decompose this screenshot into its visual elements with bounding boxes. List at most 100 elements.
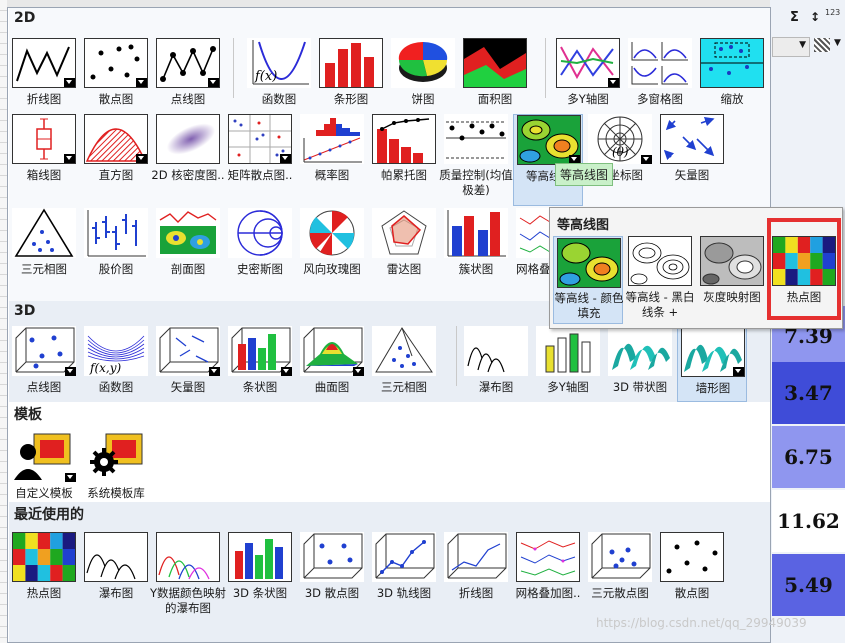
smith-chart-icon bbox=[228, 208, 292, 258]
contour-color-fill-icon bbox=[557, 238, 621, 288]
scatter-chart-icon bbox=[660, 532, 724, 582]
gallery-item-label: 网格叠加图.. bbox=[515, 586, 581, 600]
separator bbox=[233, 38, 234, 98]
heatmap-cell-swatch bbox=[37, 533, 51, 549]
gallery-item-label: 2D 核密度图.. bbox=[151, 168, 225, 182]
quality-control-chart-icon bbox=[444, 114, 508, 164]
svg-text:f(x,y): f(x,y) bbox=[89, 361, 121, 375]
heatmap-cell-swatch bbox=[37, 565, 51, 581]
dropdown-arrow-icon bbox=[136, 78, 147, 87]
gallery-item-label: 三元散点图 bbox=[591, 586, 649, 600]
gallery-item-label: 曲面图 bbox=[314, 380, 350, 394]
system-template-icon bbox=[84, 432, 148, 482]
gallery-item-label: 点线图 bbox=[170, 92, 206, 106]
stock-chart-icon bbox=[84, 208, 148, 258]
heatmap-cell-swatch bbox=[50, 565, 63, 581]
gallery-item-label: 点线图 bbox=[26, 380, 62, 394]
heatmap-cell-swatch bbox=[13, 533, 26, 549]
gallery-item-label: 史密斯图 bbox=[237, 262, 283, 276]
dropdown-arrow-icon bbox=[208, 78, 219, 87]
gallery-item-label: 面积图 bbox=[477, 92, 513, 106]
toolbar-combo[interactable]: ▼ bbox=[772, 37, 810, 57]
gallery-item-label: 质量控制(均值极差) bbox=[439, 168, 513, 197]
popup-item-label: 灰度映射图 bbox=[703, 290, 761, 304]
gallery-item-label: 矢量图 bbox=[674, 168, 710, 182]
kde-chart-icon bbox=[156, 114, 220, 164]
heatmap-cell-swatch bbox=[50, 533, 63, 549]
3d-surface-chart-icon bbox=[300, 326, 364, 376]
contour-chart-icon bbox=[517, 115, 581, 165]
polar-chart-icon: (θ) bbox=[588, 114, 652, 164]
ternary-chart-icon bbox=[12, 208, 76, 258]
popup-item-label: 等高线 - 黑白线条 + bbox=[625, 290, 695, 319]
gallery-item-label: 散点图 bbox=[98, 92, 134, 106]
gallery-item-label: 多窗格图 bbox=[637, 92, 683, 106]
watermark: https://blog.csdn.net/qq_29949039 bbox=[596, 616, 807, 630]
number-format-icon[interactable]: 123 bbox=[825, 8, 840, 17]
box-chart-icon bbox=[12, 114, 76, 164]
section-title-2d: 2D bbox=[14, 10, 36, 26]
section-title-templates: 模板 bbox=[14, 407, 42, 423]
popup-title: 等高线图 bbox=[557, 218, 610, 233]
gallery-item-label: 瀑布图 bbox=[98, 586, 134, 600]
heatmap-cell-swatch bbox=[50, 549, 63, 565]
sum-icon[interactable]: Σ bbox=[790, 10, 799, 25]
chevron-down-icon: ▼ bbox=[799, 40, 806, 50]
gallery-item-label: 三元相图 bbox=[381, 380, 427, 394]
profile-chart-icon bbox=[156, 208, 220, 258]
gallery-item-label: 3D 条状图 bbox=[232, 586, 288, 600]
gallery-item-label: 帕累托图 bbox=[381, 168, 427, 182]
dropdown-arrow-icon bbox=[65, 473, 76, 482]
gallery-item-label: 函数图 bbox=[98, 380, 134, 394]
gallery-item-label: 缩放 bbox=[720, 92, 744, 106]
gallery-item-label: 热点图 bbox=[26, 586, 62, 600]
dropdown-arrow-icon bbox=[64, 78, 75, 87]
grid-overlay-chart-icon bbox=[516, 532, 580, 582]
sort-icon[interactable]: ↕ bbox=[810, 10, 820, 24]
chevron-down-icon[interactable]: ▼ bbox=[834, 38, 841, 48]
svg-text:(θ): (θ) bbox=[612, 145, 629, 159]
dropdown-arrow-icon bbox=[281, 367, 292, 376]
user-template-icon bbox=[12, 432, 76, 482]
heatmap-cell: 3.47 bbox=[772, 362, 845, 424]
gallery-item-label: 雷达图 bbox=[386, 262, 422, 276]
heatmap-cell-swatch bbox=[25, 533, 38, 549]
gallery-item-label: 矩阵散点图.. bbox=[227, 168, 293, 182]
gallery-item-label: 条状图 bbox=[242, 380, 278, 394]
gallery-item-label: 直方图 bbox=[98, 168, 134, 182]
heatmap-cell-swatch bbox=[13, 565, 26, 581]
gallery-item-label: 股价图 bbox=[98, 262, 134, 276]
dropdown-arrow-icon bbox=[136, 154, 147, 163]
heatmap-cell: 5.49 bbox=[772, 554, 845, 616]
matrix-scatter-chart-icon bbox=[228, 114, 292, 164]
dropdown-arrow-icon bbox=[280, 154, 291, 163]
heatmap-cell-swatch bbox=[62, 565, 75, 581]
3d-bar-chart-icon bbox=[228, 326, 292, 376]
dropdown-arrow-icon bbox=[209, 367, 220, 376]
gallery-item-3d-wall[interactable]: 墙形图 bbox=[677, 326, 747, 402]
dropdown-arrow-icon bbox=[608, 78, 619, 87]
heatmap-cell-swatch bbox=[62, 549, 75, 565]
contour-bw-lines-icon bbox=[628, 236, 692, 286]
separator bbox=[456, 326, 457, 386]
3d-trajectory-chart-icon bbox=[372, 532, 436, 582]
gallery-item-label: 折线图 bbox=[458, 586, 494, 600]
gallery-item-label: 墙形图 bbox=[695, 381, 731, 395]
heatmap-cell-swatch bbox=[25, 549, 38, 565]
gallery-item-label: 条形图 bbox=[333, 92, 369, 106]
gallery-item-label: 三元相图 bbox=[21, 262, 67, 276]
fill-pattern-icon[interactable] bbox=[814, 38, 830, 52]
popup-item-color-fill[interactable]: 等高线 - 颜色填充 bbox=[553, 236, 623, 324]
3d-wall-chart-icon bbox=[681, 327, 745, 377]
3d-ternary-chart-icon bbox=[372, 326, 436, 376]
dropdown-arrow-icon bbox=[733, 367, 744, 376]
waterfall-chart-icon bbox=[464, 326, 528, 376]
gallery-item-contour-selected[interactable]: 等高线图 bbox=[513, 114, 583, 206]
gallery-item-label: 函数图 bbox=[261, 92, 297, 106]
y-color-waterfall-chart-icon bbox=[156, 532, 220, 582]
gallery-item-label: 剖面图 bbox=[170, 262, 206, 276]
gallery-item-label: 矢量图 bbox=[170, 380, 206, 394]
gallery-item-label: 3D 轨线图 bbox=[376, 586, 432, 600]
scatter-chart-icon bbox=[84, 38, 148, 88]
line-symbol-chart-icon bbox=[156, 38, 220, 88]
